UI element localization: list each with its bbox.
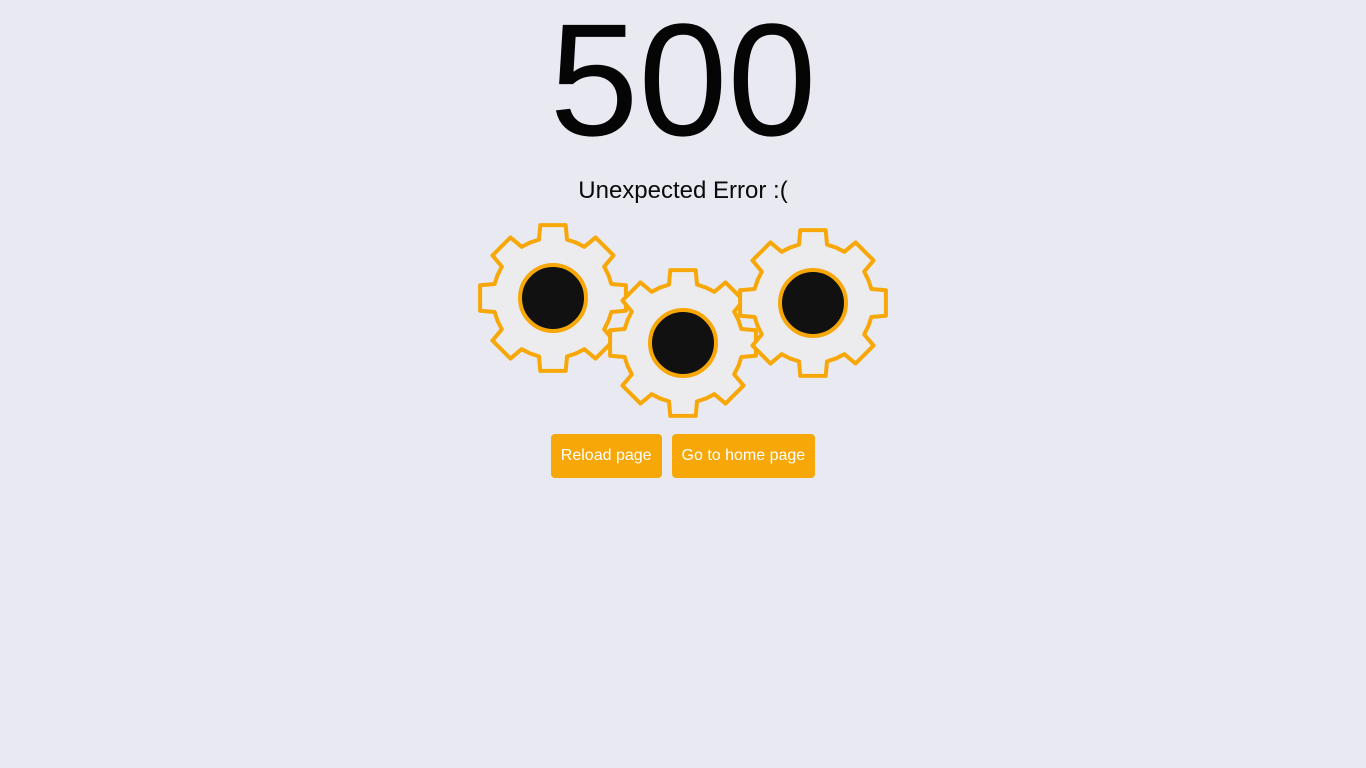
error-page: 500 Unexpected Error :( Reload page Go t…	[0, 0, 1366, 768]
gears-illustration	[475, 220, 891, 418]
gear-icon	[735, 225, 891, 381]
error-message: Unexpected Error :(	[578, 177, 788, 204]
action-buttons: Reload page Go to home page	[0, 434, 1366, 478]
error-code: 500	[549, 0, 817, 169]
reload-page-button[interactable]: Reload page	[550, 434, 662, 478]
go-home-button[interactable]: Go to home page	[671, 434, 816, 478]
